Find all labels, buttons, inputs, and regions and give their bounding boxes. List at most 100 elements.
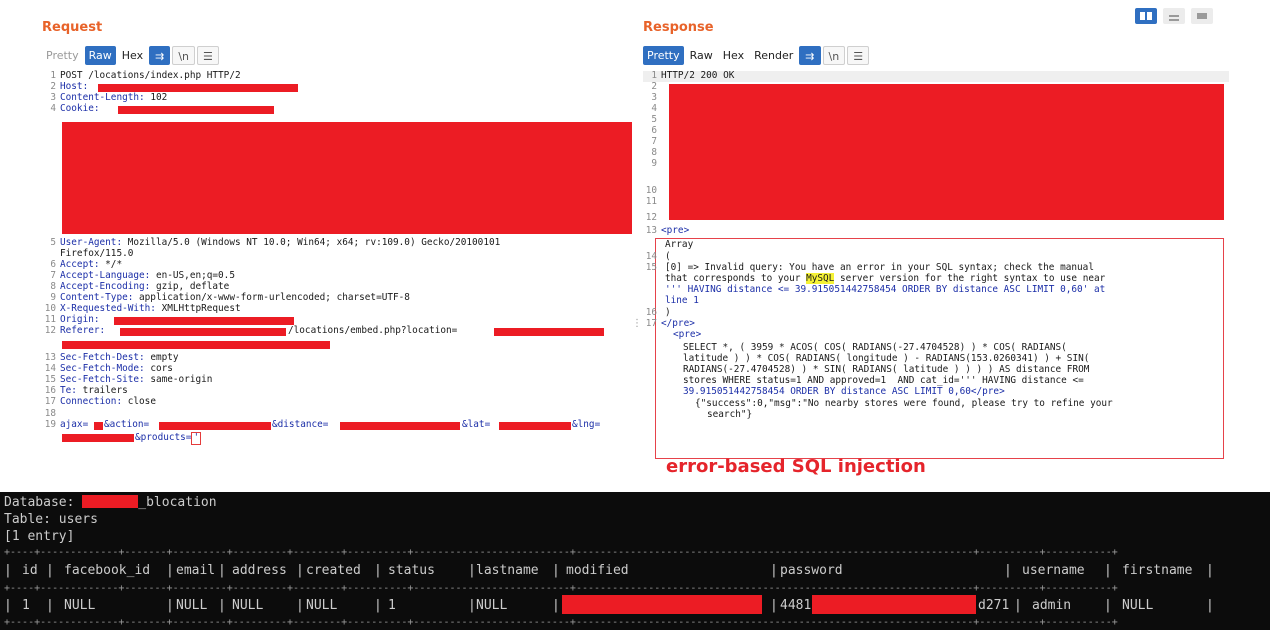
redaction xyxy=(159,422,271,430)
col-created: created xyxy=(306,563,361,578)
line-number: 6 xyxy=(50,259,56,270)
col-sep: | xyxy=(1014,598,1022,613)
menu-icon[interactable]: ☰ xyxy=(197,45,219,65)
col-sep: | xyxy=(1206,563,1214,578)
tab-hex[interactable]: Hex xyxy=(719,46,748,65)
header-key: Content-Type: xyxy=(60,292,134,303)
line-number: 6 xyxy=(651,125,657,136)
line-number: 12 xyxy=(645,212,657,223)
pre-close-tag: </pre> xyxy=(661,318,695,329)
request-title: Request xyxy=(42,20,103,35)
header-key: Accept-Encoding: xyxy=(60,281,151,292)
connection-line: Connection: close xyxy=(60,396,156,408)
line-number: 15 xyxy=(44,374,56,385)
col-sep: | xyxy=(468,598,476,613)
tab-render[interactable]: Render xyxy=(750,46,797,65)
content-type-line: Content-Type: application/x-www-form-url… xyxy=(60,292,410,304)
header-value: Mozilla/5.0 (Windows NT 10.0; Win64; x64… xyxy=(122,237,501,248)
col-email: email xyxy=(176,563,216,578)
param-ajax: ajax= xyxy=(60,419,89,430)
sql-query-line-5: 39.915051442758454 ORDER BY distance ASC… xyxy=(683,386,1005,397)
table-row: | 1 | NULL | NULL | NULL | NULL | 1 | NU… xyxy=(0,595,1230,614)
line-number: 3 xyxy=(50,92,56,103)
sql-query-line-1: SELECT *, ( 3959 * ACOS( COS( RADIANS(-2… xyxy=(683,342,1067,353)
line-number: 8 xyxy=(50,281,56,292)
sql-error-line-2: that corresponds to your MySQL server ve… xyxy=(665,273,1105,285)
cell-firstname: NULL xyxy=(1122,598,1154,613)
col-sep: | xyxy=(296,563,304,578)
col-sep: | xyxy=(1206,598,1214,613)
line-number: 13 xyxy=(44,352,56,363)
line-number: 9 xyxy=(50,292,56,303)
line-number: 5 xyxy=(50,237,56,248)
col-firstname: firstname xyxy=(1122,563,1193,578)
host-key: Host: xyxy=(60,81,89,92)
newline-icon[interactable]: \n xyxy=(172,45,196,65)
col-sep: | xyxy=(1004,563,1012,578)
cell-username: admin xyxy=(1032,598,1072,613)
paren-open: ( xyxy=(665,251,671,262)
line-number: 16 xyxy=(44,385,56,396)
accept-line: Accept: */* xyxy=(60,259,122,271)
request-toolbar: Pretty Raw Hex ⇉ \n ☰ xyxy=(42,45,219,65)
header-key: Connection: xyxy=(60,396,123,407)
header-key: Te: xyxy=(60,385,77,396)
layout-horizontal-icon[interactable] xyxy=(1163,8,1185,24)
line-number: 13 xyxy=(645,225,657,236)
param-products: &products= ' xyxy=(135,432,202,445)
redaction xyxy=(499,422,571,430)
menu-icon[interactable]: ☰ xyxy=(847,45,870,65)
tab-hex[interactable]: Hex xyxy=(118,46,147,65)
layout-split-icon[interactable] xyxy=(1135,8,1157,24)
table-header-row: | id | facebook_id | email | address | c… xyxy=(0,562,1230,579)
injected-quote: ' xyxy=(191,432,202,445)
redaction xyxy=(118,106,274,114)
tab-pretty[interactable]: Pretty xyxy=(643,45,684,65)
redaction xyxy=(62,341,330,349)
redaction xyxy=(669,84,1224,220)
pre-open-tag-2: <pre> xyxy=(673,329,702,340)
header-value: empty xyxy=(144,352,179,363)
line-number: 18 xyxy=(44,408,56,419)
referer-value: /locations/embed.php?location= xyxy=(288,325,458,336)
header-key: User-Agent: xyxy=(60,237,123,248)
tab-pretty[interactable]: Pretty xyxy=(42,46,83,65)
table-line: Table: users xyxy=(4,512,98,527)
tab-raw[interactable]: Raw xyxy=(686,46,717,65)
cell-address: NULL xyxy=(232,598,264,613)
col-sep: | xyxy=(770,563,778,578)
line-number: 2 xyxy=(50,81,56,92)
col-lastname: lastname xyxy=(476,563,539,578)
redaction xyxy=(562,595,762,614)
line-number: 19 xyxy=(44,419,56,430)
annotation-label: error-based SQL injection xyxy=(666,456,926,477)
redaction xyxy=(120,328,286,336)
redaction xyxy=(98,84,298,92)
cell-id: 1 xyxy=(22,598,30,613)
line-number: 12 xyxy=(44,325,56,336)
header-value: 102 xyxy=(144,92,168,103)
line-number: 3 xyxy=(651,92,657,103)
layout-single-icon[interactable] xyxy=(1191,8,1213,24)
table-border: +----+-------------+-------+---------+--… xyxy=(4,547,1118,558)
param-distance: &distance= xyxy=(272,419,329,430)
wrap-icon[interactable]: ⇉ xyxy=(799,45,821,65)
wrap-icon[interactable]: ⇉ xyxy=(149,45,171,65)
user-agent-wrap: Firefox/115.0 xyxy=(60,248,134,259)
entry-count: [1 entry] xyxy=(4,529,75,544)
accept-encoding-line: Accept-Encoding: gzip, deflate xyxy=(60,281,229,293)
status-line: HTTP/2 200 OK xyxy=(661,70,735,81)
response-panel: Response Pretty Raw Hex Render ⇉ \n ☰ 1 … xyxy=(641,0,1229,482)
line-number: 4 xyxy=(651,103,657,114)
header-key: Content-Length: xyxy=(60,92,145,103)
line-number: 14 xyxy=(44,363,56,374)
newline-icon[interactable]: \n xyxy=(822,45,846,65)
database-suffix: _blocation xyxy=(138,495,217,510)
col-sep: | xyxy=(166,598,174,613)
tab-raw[interactable]: Raw xyxy=(84,45,116,65)
cell-lastname: NULL xyxy=(476,598,508,613)
col-id: id xyxy=(22,563,38,578)
col-sep: | xyxy=(770,598,778,613)
col-username: username xyxy=(1022,563,1085,578)
line-number: 4 xyxy=(50,103,56,114)
